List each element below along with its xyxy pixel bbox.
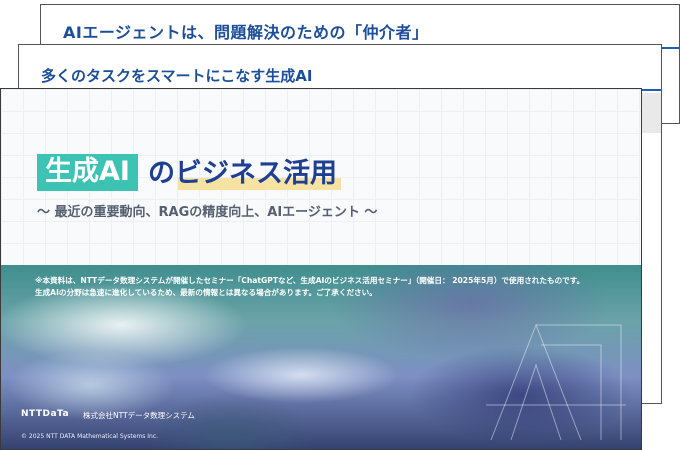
- notice-line-1: ※本資料は、NTTデータ数理システムが開催したセミナー「ChatGPTなど、生成…: [35, 276, 585, 285]
- title-rest: のビジネス活用: [147, 157, 341, 191]
- wireframe-logo-icon: [486, 323, 626, 441]
- company-name: 株式会社NTTデータ数理システム: [83, 411, 195, 420]
- title-badge: 生成AI: [37, 154, 138, 191]
- front-slide: 生成AI のビジネス活用 〜 最近の重要動向、RAGの精度向上、AIエージェント…: [0, 88, 642, 450]
- hero-title: 生成AI のビジネス活用: [37, 153, 341, 191]
- middle-slide-title: 多くのタスクをスマートにこなす生成AI: [41, 67, 313, 85]
- subtitle: 〜 最近の重要動向、RAGの精度向上、AIエージェント 〜: [37, 205, 378, 220]
- notice-text: ※本資料は、NTTデータ数理システムが開催したセミナー「ChatGPTなど、生成…: [35, 275, 584, 299]
- title-rest-text: のビジネス活用: [147, 158, 337, 189]
- copyright: © 2025 NTT DATA Mathematical Systems Inc…: [21, 433, 159, 440]
- back-slide-title: AIエージェントは、問題解決のための「仲介者」: [63, 23, 429, 42]
- middle-slide-shade: [639, 93, 661, 133]
- ntt-data-logo: NTTDaTa: [21, 409, 70, 419]
- notice-line-2: 生成AIの分野は急速に進化しているため、最新の情報とは異なる場合があります。ご了…: [35, 288, 377, 297]
